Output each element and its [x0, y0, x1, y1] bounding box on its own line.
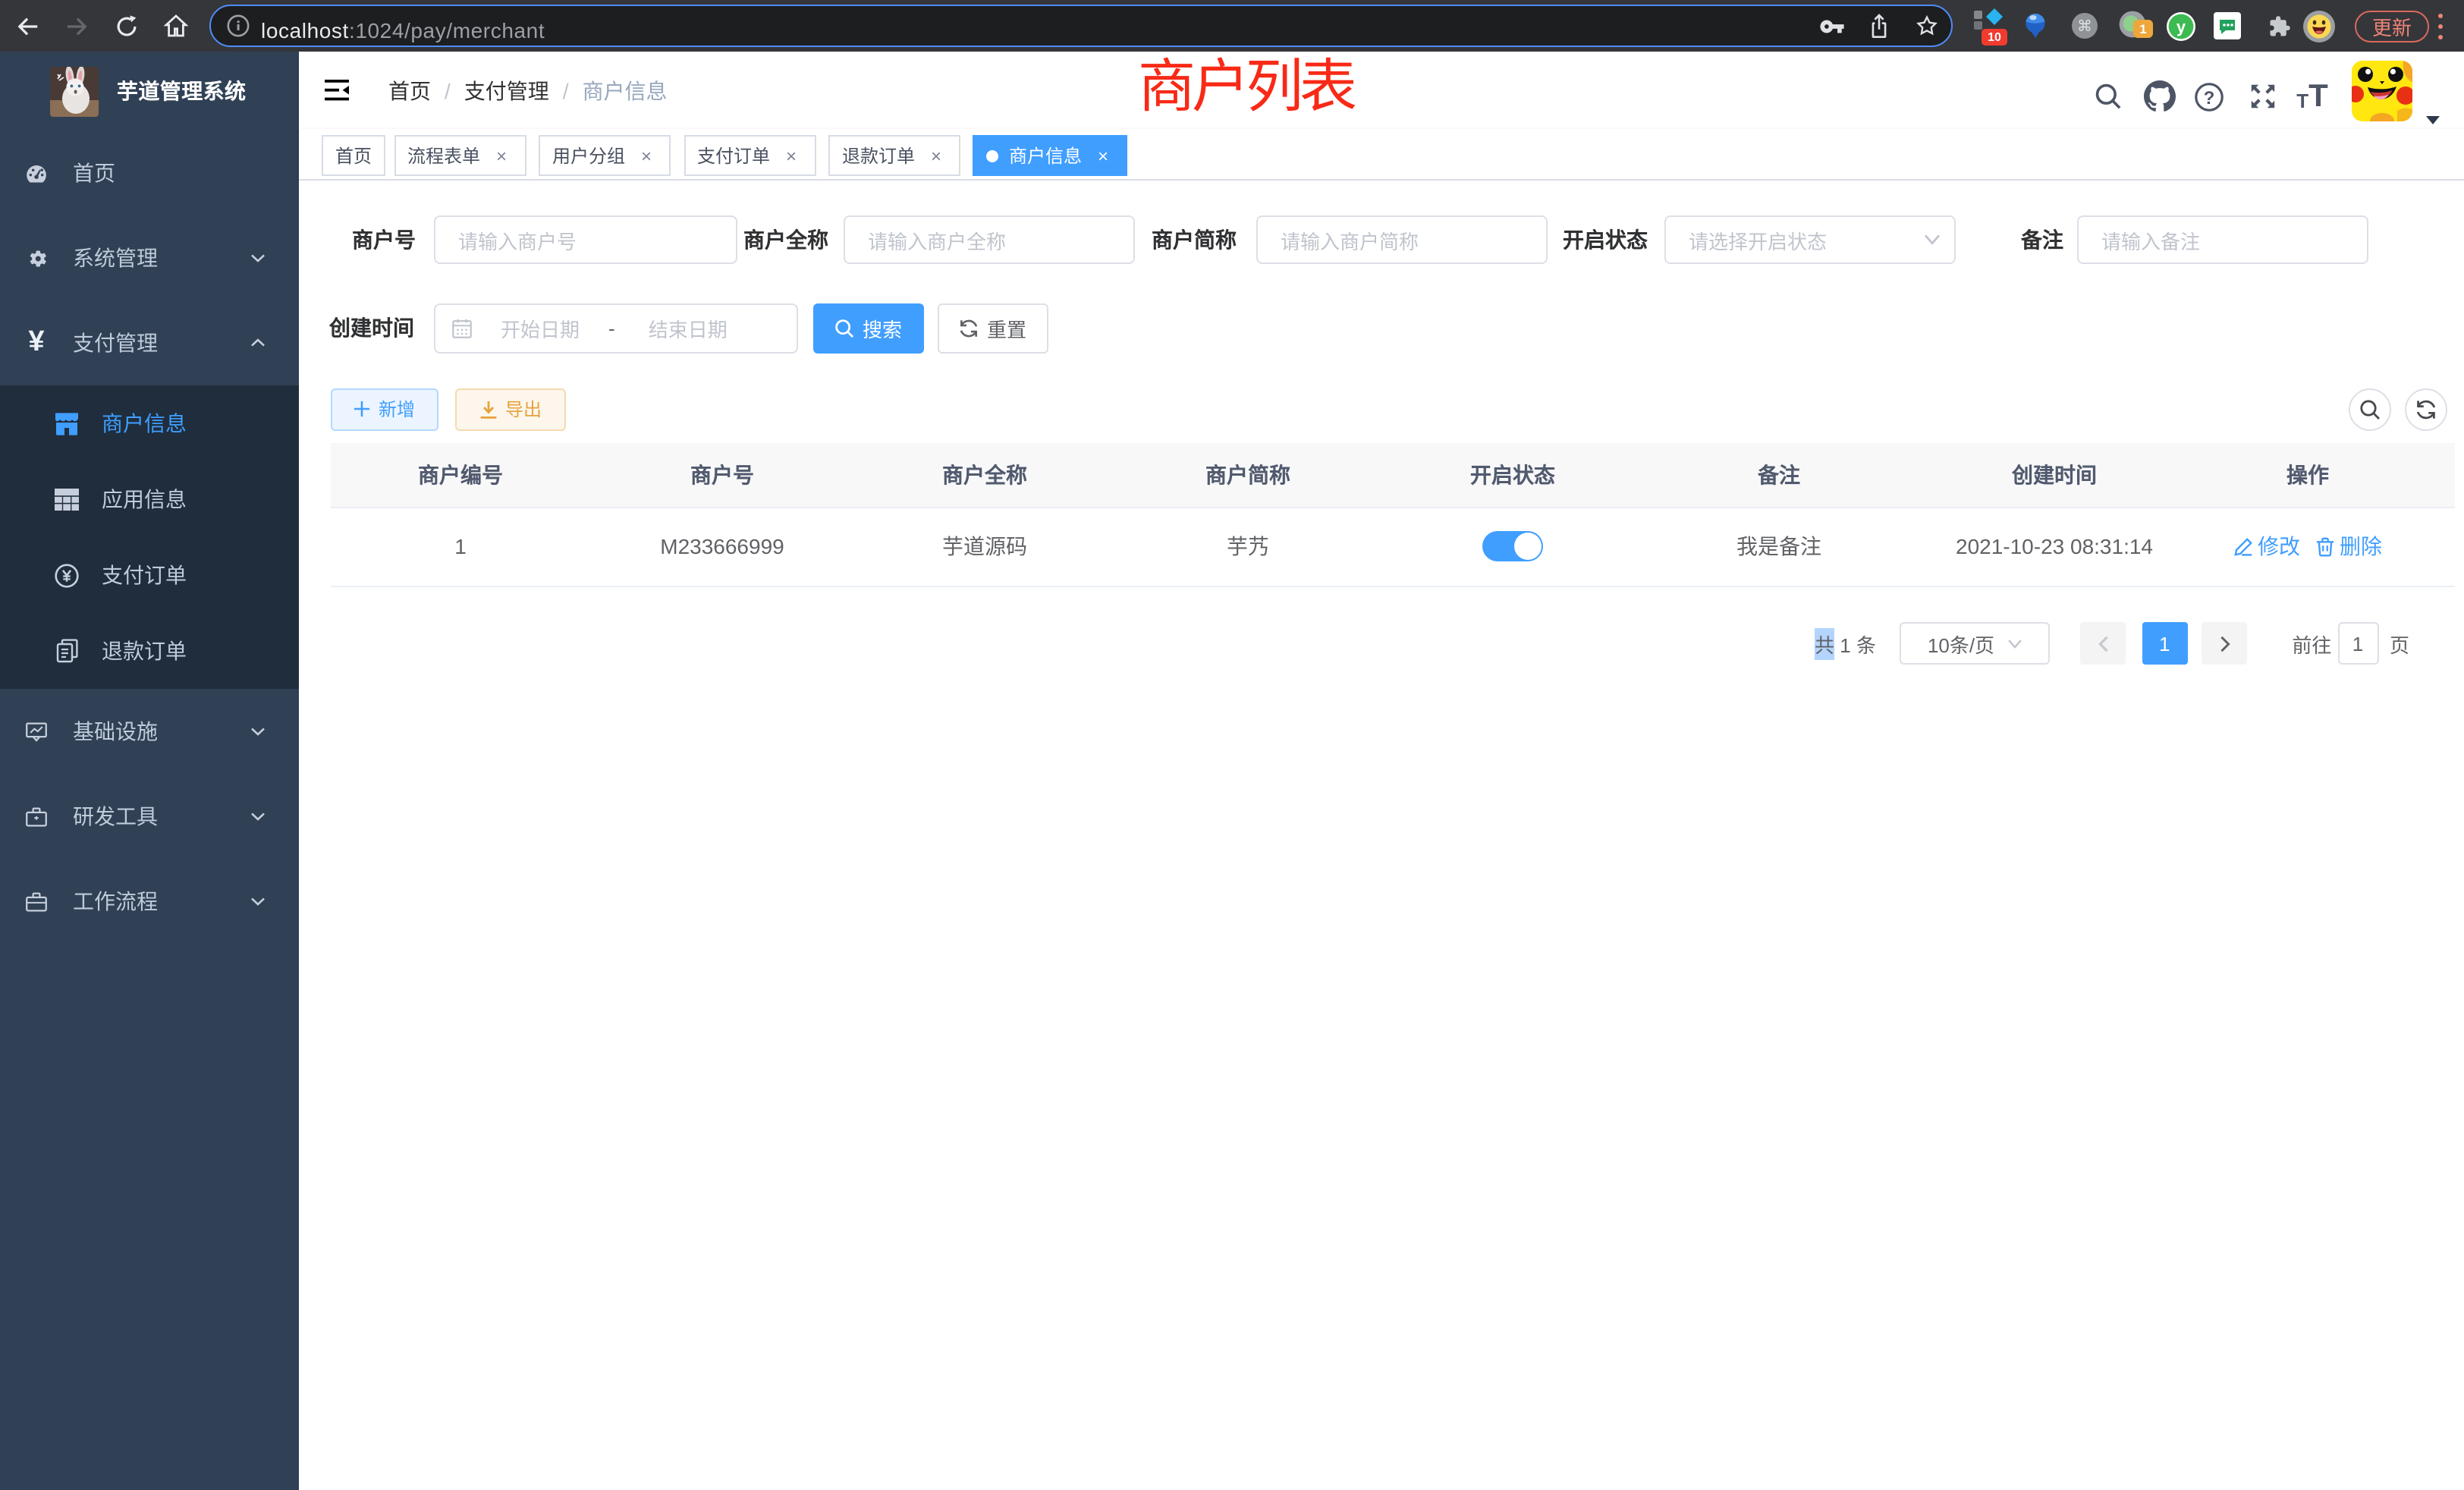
svg-text:⌘: ⌘: [2077, 18, 2092, 35]
svg-text:y: y: [2176, 17, 2186, 36]
svg-text:?: ?: [2204, 87, 2215, 108]
